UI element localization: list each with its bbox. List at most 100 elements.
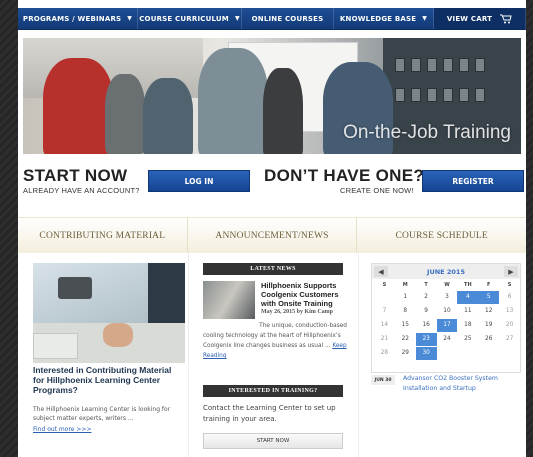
calendar-weekday: TH: [464, 282, 472, 288]
hero-banner: On-the-Job Training: [23, 38, 521, 154]
login-button[interactable]: LOG IN: [148, 170, 250, 192]
calendar-day[interactable]: 23: [415, 333, 437, 346]
calendar-day[interactable]: 15: [395, 319, 416, 332]
calendar-weekday: M: [402, 282, 408, 288]
calendar-day[interactable]: 27: [499, 333, 520, 346]
latest-news-bar: LATEST NEWS: [203, 263, 343, 275]
calendar-weekday: F: [487, 282, 491, 288]
column-headers: CONTRIBUTING MATERIAL ANNOUNCEMENT/NEWS …: [18, 217, 526, 253]
nav-view-cart[interactable]: VIEW CART: [434, 8, 526, 29]
calendar-weekday: S: [507, 282, 512, 288]
calendar-day: [457, 347, 478, 360]
calendar-grid: S M T W TH F S 1 2 3 4 5 6 7 8 9 10 11 12 13 14 15 16 17 18 19 20 2…: [374, 280, 520, 360]
contact-text: Contact the Learning Center to set up tr…: [203, 404, 336, 423]
calendar-day: [478, 347, 499, 360]
news-lead: The unique, conduction-based: [259, 323, 347, 329]
nav-knowledge-base[interactable]: KNOWLEDGE BASE ▼: [334, 8, 434, 29]
news-thumbnail[interactable]: [203, 281, 255, 319]
calendar-day[interactable]: 7: [374, 305, 395, 318]
calendar-day[interactable]: 26: [478, 333, 499, 346]
dont-have-one-heading: DON’T HAVE ONE?: [264, 166, 425, 185]
event-title-link[interactable]: Advansor CO2 Booster System Installation…: [403, 374, 521, 394]
calendar-weekday: S: [382, 282, 387, 288]
calendar-day[interactable]: 19: [478, 319, 499, 332]
event-date-badge: JUN 30: [371, 375, 395, 385]
hero-caption: On-the-Job Training: [343, 122, 511, 143]
calendar-day[interactable]: 3: [437, 291, 458, 304]
calendar-day[interactable]: 28: [374, 347, 395, 360]
chevron-down-icon: ▼: [234, 15, 240, 22]
news-title[interactable]: Hillphoenix Supports Coolgenix Customers…: [261, 281, 347, 308]
calendar-day[interactable]: 29: [395, 347, 416, 360]
calendar-day[interactable]: 13: [499, 305, 520, 318]
register-button[interactable]: REGISTER: [422, 170, 524, 192]
start-now-button[interactable]: START NOW: [203, 433, 343, 449]
find-out-more-link[interactable]: Find out more >>>: [33, 426, 91, 433]
calendar-day[interactable]: 25: [457, 333, 478, 346]
next-month-button[interactable]: ▶: [504, 266, 518, 277]
news-column: LATEST NEWS Hillphoenix Supports Coolgen…: [188, 253, 358, 457]
interested-training-bar: INTERESTED IN TRAINING?: [203, 385, 343, 397]
news-date: May 26, 2015 by Kim Camp: [261, 309, 333, 315]
calendar-day[interactable]: 11: [457, 305, 478, 318]
calendar-header: ◀ JUNE 2015 ▶: [372, 264, 520, 279]
hero-person: [143, 78, 193, 154]
nav-label: ONLINE COURSES: [251, 14, 324, 23]
start-now-heading: START NOW: [23, 166, 128, 185]
chevron-down-icon: ▼: [127, 15, 133, 22]
calendar-day[interactable]: 18: [457, 319, 478, 332]
main-nav: PROGRAMS / WEBINARS ▼ COURSE CURRICULUM …: [18, 8, 526, 30]
calendar-day[interactable]: 21: [374, 333, 395, 346]
hero-person: [105, 74, 145, 154]
calendar-day[interactable]: 20: [499, 319, 520, 332]
nav-programs-webinars[interactable]: PROGRAMS / WEBINARS ▼: [18, 8, 138, 29]
contributing-title[interactable]: Interested in Contributing Material for …: [33, 365, 185, 395]
schedule-column: ◀ JUNE 2015 ▶ S M T W TH F S 1 2 3 4 5 6 7 8 9 10 11 12 13 1…: [358, 253, 526, 457]
calendar-day[interactable]: 14: [374, 319, 395, 332]
calendar-day[interactable]: 2: [416, 291, 437, 304]
nav-label: VIEW CART: [446, 14, 493, 23]
hero-person: [43, 58, 113, 154]
arrow-left-icon: ◀: [378, 267, 384, 276]
cart-icon: [500, 14, 512, 24]
calendar-day[interactable]: 10: [437, 305, 458, 318]
contributing-text: The Hillphoenix Learning Center is looki…: [33, 406, 171, 422]
nav-label: KNOWLEDGE BASE: [339, 14, 417, 23]
announcement-heading: ANNOUNCEMENT/NEWS: [188, 218, 358, 253]
calendar-day: [374, 291, 395, 304]
calendar-day[interactable]: 6: [499, 291, 520, 304]
content-wrapper: PROGRAMS / WEBINARS ▼ COURSE CURRICULUM …: [18, 0, 526, 457]
calendar-day: [437, 347, 458, 360]
calendar-day[interactable]: 4: [457, 291, 479, 304]
calendar-weekday: T: [424, 282, 428, 288]
prev-month-button[interactable]: ◀: [374, 266, 388, 277]
calendar-day[interactable]: 22: [395, 333, 416, 346]
calendar: ◀ JUNE 2015 ▶ S M T W TH F S 1 2 3 4 5 6 7 8 9 10 11 12 13 1…: [371, 263, 521, 373]
calendar-day[interactable]: 1: [395, 291, 416, 304]
calendar-weekday: W: [444, 282, 450, 288]
hero-person: [198, 48, 268, 154]
nav-label: PROGRAMS / WEBINARS: [22, 14, 122, 23]
calendar-day[interactable]: 8: [395, 305, 416, 318]
schedule-heading: COURSE SCHEDULE: [395, 230, 488, 241]
arrow-right-icon: ▶: [508, 267, 514, 276]
calendar-day[interactable]: 30: [415, 347, 437, 360]
news-body: The unique, conduction-based cooling tec…: [203, 321, 347, 361]
nav-online-courses[interactable]: ONLINE COURSES: [242, 8, 334, 29]
chevron-down-icon: ▼: [422, 15, 428, 22]
calendar-day[interactable]: 17: [436, 319, 458, 332]
nav-label: COURSE CURRICULUM: [139, 14, 229, 23]
calendar-day[interactable]: 12: [478, 305, 499, 318]
contributing-column: Interested in Contributing Material for …: [18, 253, 188, 457]
calendar-day[interactable]: 24: [437, 333, 458, 346]
calendar-day[interactable]: 9: [416, 305, 437, 318]
already-have-account-text: ALREADY HAVE AN ACCOUNT?: [23, 186, 140, 195]
calendar-day[interactable]: 16: [416, 319, 437, 332]
calendar-day[interactable]: 5: [478, 291, 500, 304]
hero-person: [263, 68, 303, 154]
create-one-text: CREATE ONE NOW!: [340, 186, 414, 195]
contributing-heading: CONTRIBUTING MATERIAL: [18, 218, 188, 253]
office-photo: [33, 263, 185, 363]
calendar-day: [499, 347, 520, 360]
nav-course-curriculum[interactable]: COURSE CURRICULUM ▼: [138, 8, 242, 29]
